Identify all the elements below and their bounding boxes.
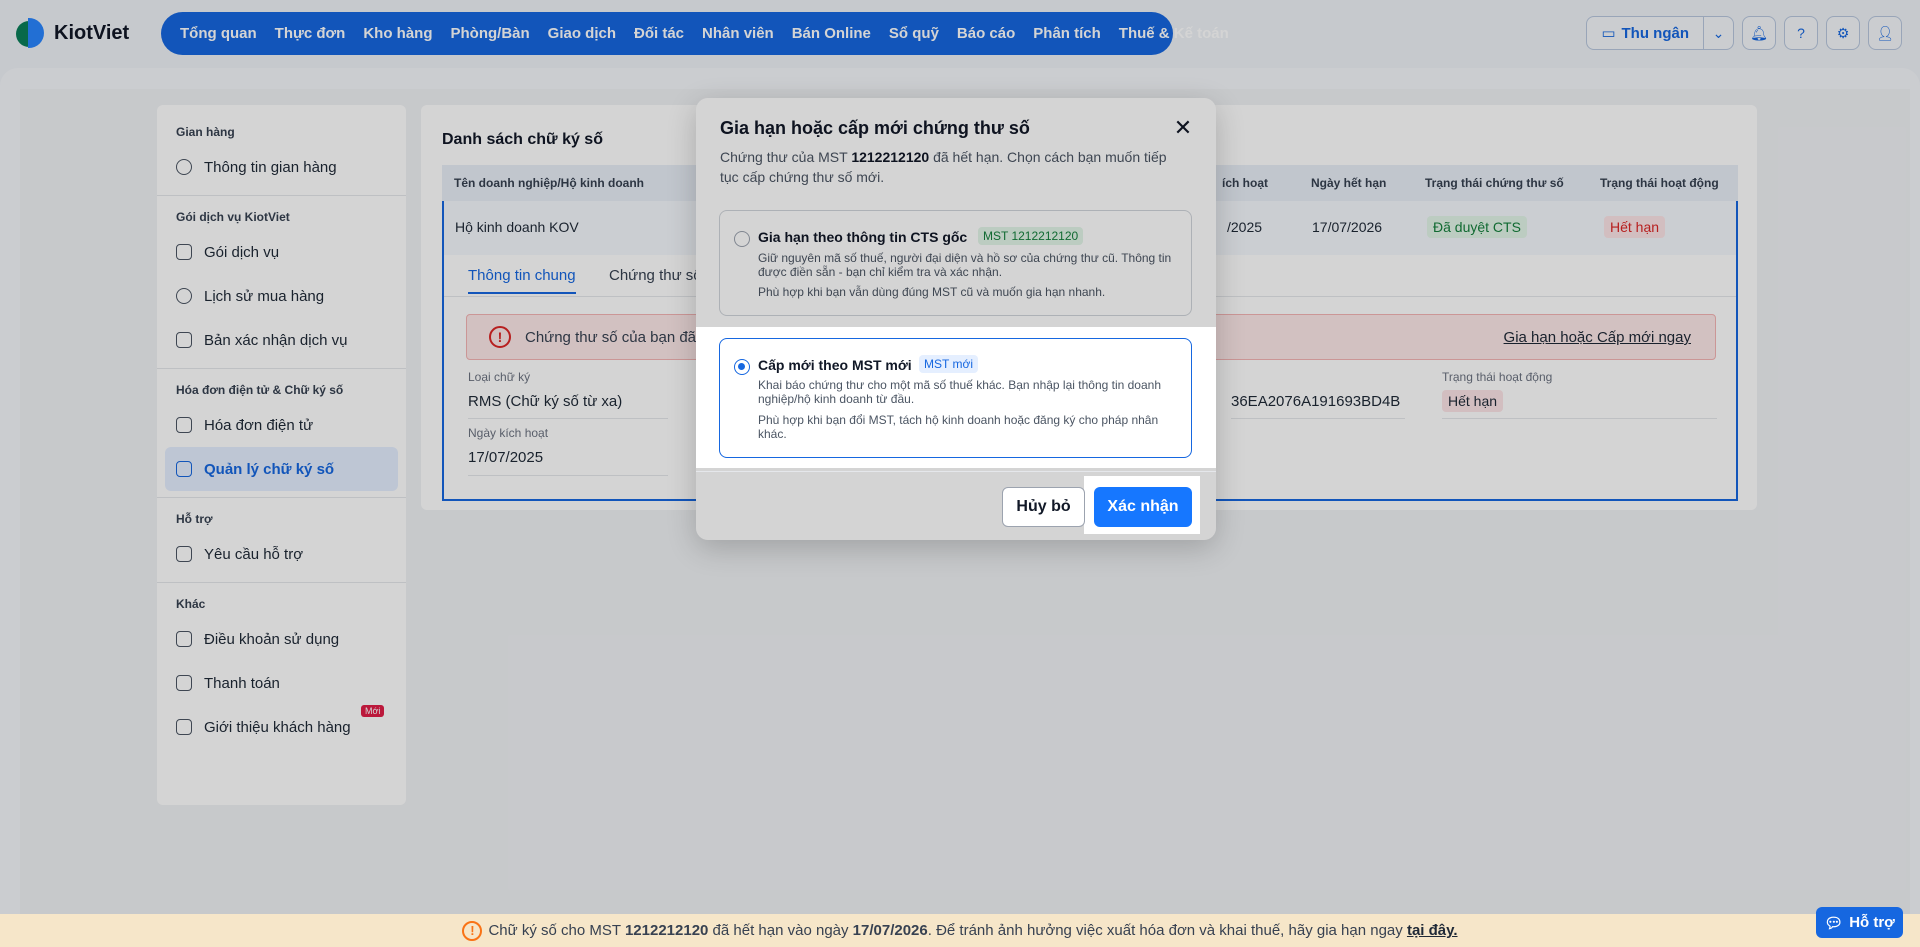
renew-certificate-dialog: Gia hạn hoặc cấp mới chứng thư số ✕ Chứn…: [696, 98, 1216, 540]
warning-icon: !: [462, 921, 483, 942]
banner-link[interactable]: tại đây.: [1407, 922, 1458, 939]
banner-mst: 1212212120: [624, 922, 709, 939]
radio-new-mst[interactable]: [734, 359, 750, 375]
close-icon[interactable]: ✕: [1172, 117, 1194, 140]
mst-tag: MST 1212212120: [978, 227, 1084, 245]
new-mst-tag: MST mới: [919, 355, 978, 373]
dialog-description: Chứng thư của MST 1212212120 đã hết hạn.…: [720, 149, 1167, 185]
chat-icon: 💬︎: [1824, 914, 1844, 932]
expiry-banner: ! Chữ ký số cho MST 1212212120 đã hết hạn…: [0, 914, 1920, 947]
dialog-footer: Hủy bỏ Xác nhận: [696, 471, 1216, 540]
option-new-mst[interactable]: Cấp mới theo MST mới MST mới Khai báo ch…: [719, 338, 1192, 458]
radio-renew-original[interactable]: [734, 231, 750, 247]
cancel-button[interactable]: Hủy bỏ: [1002, 487, 1085, 527]
support-button[interactable]: 💬︎ Hỗ trợ: [1816, 907, 1903, 938]
banner-date: 17/07/2026: [852, 922, 928, 939]
dialog-title: Gia hạn hoặc cấp mới chứng thư số: [720, 118, 1030, 138]
confirm-button[interactable]: Xác nhận: [1094, 487, 1192, 527]
option-renew-original[interactable]: Gia hạn theo thông tin CTS gốc MST 12122…: [719, 210, 1192, 316]
